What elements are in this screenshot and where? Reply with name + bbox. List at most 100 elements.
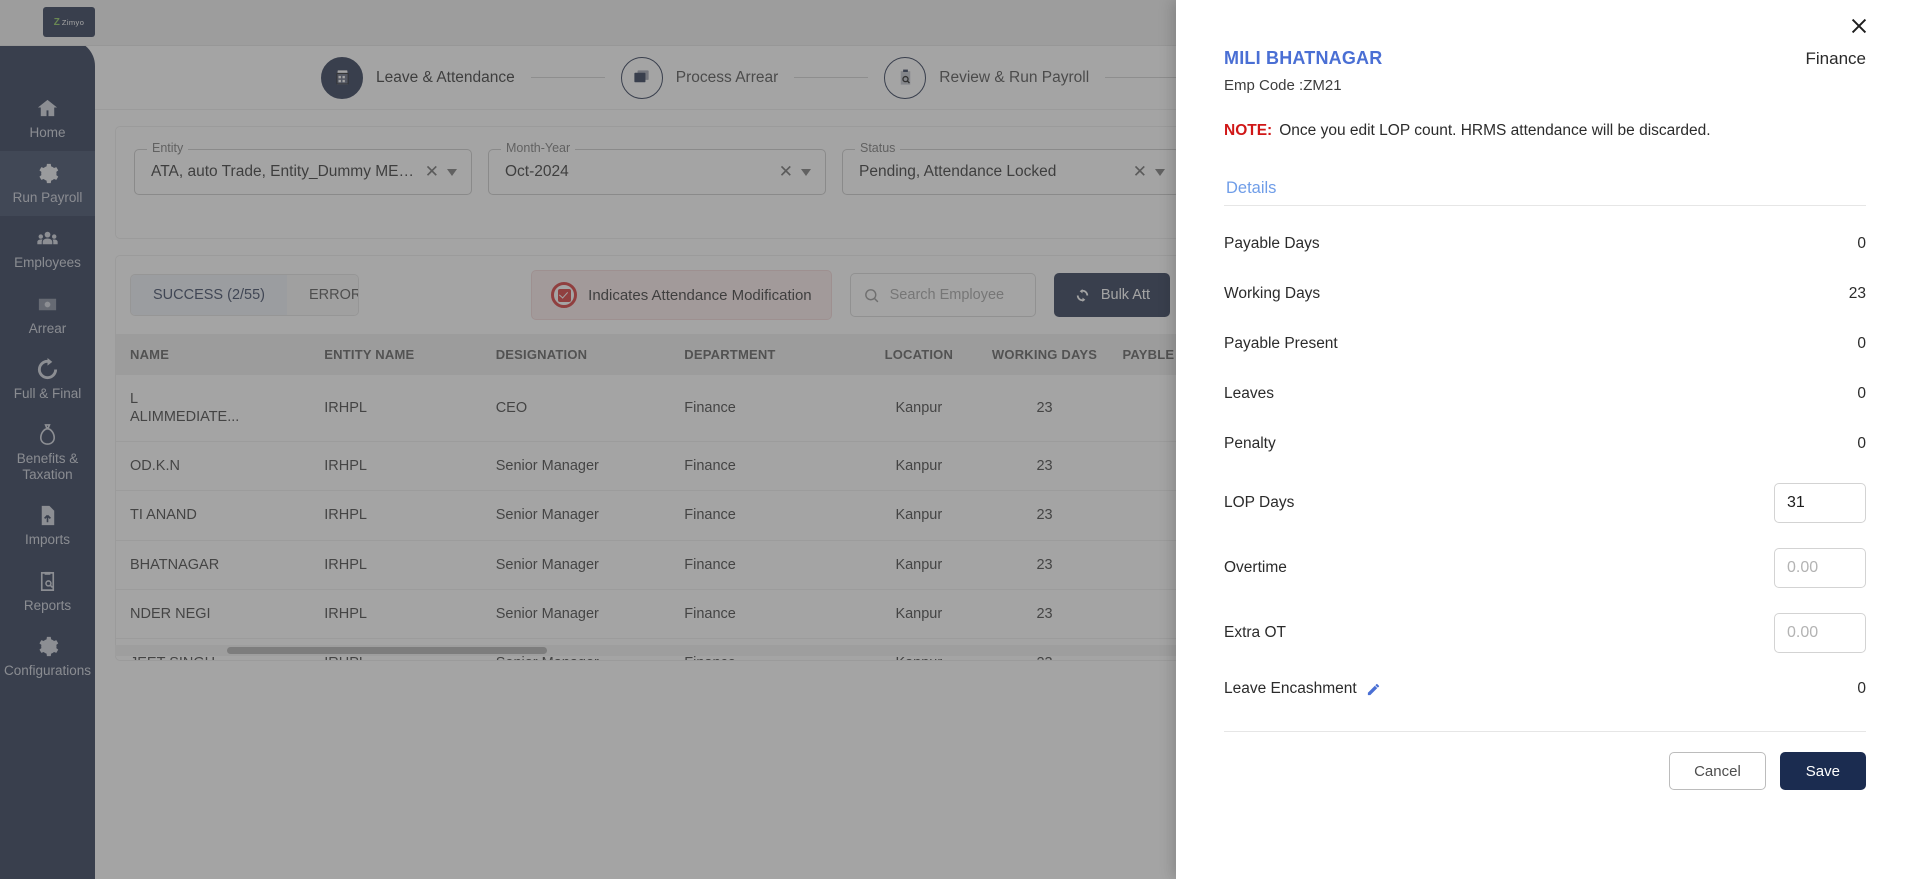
- cancel-button[interactable]: Cancel: [1669, 752, 1766, 790]
- sidebar-item-employees[interactable]: Employees: [0, 216, 95, 281]
- chevron-down-icon[interactable]: [801, 168, 811, 176]
- cell-name: L ALIMMEDIATE...: [116, 375, 311, 443]
- sidebar-item-label: Home: [29, 125, 66, 140]
- cell-designation: Senior Manager: [481, 540, 671, 590]
- overtime-input[interactable]: [1774, 548, 1866, 588]
- logo-mark: Z: [53, 16, 60, 28]
- step-review-and-run-payroll[interactable]: Review & Run Payroll: [884, 56, 1090, 99]
- cell-name: OD.K.N: [116, 441, 311, 492]
- search-employee-input[interactable]: Search Employee: [849, 273, 1036, 317]
- step-label: Process Arrear: [675, 68, 779, 86]
- detail-value: 23: [1848, 285, 1866, 302]
- sidebar-item-label: Employees: [14, 255, 81, 271]
- lop-note: NOTE: Once you edit LOP count. HRMS atten…: [1224, 120, 1866, 142]
- save-button[interactable]: Save: [1779, 752, 1866, 790]
- leave-encashment-label-wrap: Leave Encashment: [1224, 680, 1381, 698]
- pencil-icon[interactable]: [1366, 682, 1381, 697]
- close-icon: [1851, 18, 1867, 34]
- search-icon: [864, 288, 879, 302]
- sidebar-item-home[interactable]: Home: [0, 86, 95, 151]
- cell-working-days: 23: [978, 490, 1111, 541]
- search-placeholder: Search Employee: [889, 287, 1005, 303]
- close-icon[interactable]: ✕: [771, 162, 801, 182]
- cell-payble-present: 0: [1110, 441, 1184, 492]
- entity-filter-value: ATA, auto Trade, Entity_Dummy ME, F...: [151, 163, 417, 180]
- cell-designation: Senior Manager: [481, 589, 671, 639]
- cell-working-days: 23: [978, 441, 1111, 492]
- step-label: Review & Run Payroll: [939, 68, 1090, 86]
- chevron-down-icon[interactable]: [1155, 168, 1165, 176]
- panel-actions: Cancel Save: [1224, 752, 1866, 790]
- detail-label: Penalty: [1224, 435, 1276, 452]
- table-row[interactable]: BHATNAGAR IRHPL Senior Manager Finance Kanpu…: [116, 540, 1184, 590]
- tab-success[interactable]: SUCCESS (2/55): [131, 275, 288, 315]
- sidebar-item-label: Arrear: [28, 320, 67, 336]
- table-row[interactable]: NDER NEGI IRHPL Senior Manager Finance Kanpu…: [116, 589, 1184, 639]
- checkbox-checked-icon: [551, 282, 578, 308]
- step-process-arrear[interactable]: Process Arrear: [620, 56, 779, 99]
- sidebar-item-label: Configurations: [3, 662, 92, 678]
- sidebar-item-full-and-final[interactable]: Full & Final: [0, 347, 95, 412]
- cell-payble-present: 0: [1110, 490, 1184, 541]
- cell-name: NDER NEGI: [116, 589, 311, 639]
- panel-divider: [1224, 731, 1866, 732]
- panel-close-button[interactable]: [1844, 11, 1874, 41]
- chevron-down-icon[interactable]: [447, 168, 457, 176]
- refund-icon: [37, 357, 58, 379]
- step-leave-and-attendance[interactable]: Leave & Attendance: [321, 56, 515, 99]
- detail-label: Payable Present: [1224, 335, 1338, 352]
- refresh-icon: [1076, 288, 1088, 302]
- status-filter[interactable]: Status Pending, Attendance Locked ✕: [842, 141, 1180, 195]
- bulk-attendance-button[interactable]: Bulk Att: [1053, 273, 1170, 317]
- calendar-icon: [321, 56, 363, 99]
- details-section-title: Details: [1224, 172, 1866, 206]
- employee-table: NAME ENTITY NAME DESIGNATION DEPARTMENT …: [116, 334, 1184, 660]
- table-row[interactable]: OD.K.N IRHPL Senior Manager Finance Kanpur 23…: [116, 441, 1184, 492]
- cell-designation: Senior Manager: [481, 490, 671, 541]
- cell-location: Kanpur: [858, 490, 979, 541]
- clipboard-search-icon: [884, 56, 927, 99]
- month-year-filter-legend: Month-Year: [501, 141, 576, 155]
- month-year-filter[interactable]: Month-Year Oct-2024 ✕: [488, 141, 826, 195]
- detail-input-row: Overtime: [1224, 546, 1866, 590]
- step-label: Leave & Attendance: [376, 68, 515, 86]
- sidebar-item-run-payroll[interactable]: Run Payroll: [0, 151, 95, 217]
- detail-input-row: LOP Days: [1224, 481, 1866, 525]
- note-text: Once you edit LOP count. HRMS attendance…: [1279, 122, 1711, 139]
- sidebar: Home Run Payroll Employees Arrear Full &…: [0, 40, 95, 879]
- home-icon: [37, 99, 58, 117]
- table-row[interactable]: LALIMMEDIATE...IRHPLCEOFinanceKanpur2303…: [116, 375, 1184, 443]
- detail-input-row: Extra OT: [1224, 611, 1866, 655]
- table-header-row: NAME ENTITY NAME DESIGNATION DEPARTMENT …: [116, 334, 1184, 375]
- sidebar-item-arrear[interactable]: Arrear: [0, 282, 95, 347]
- filter-card: Entity ATA, auto Trade, Entity_Dummy ME,…: [115, 126, 1185, 239]
- employee-list-card: SUCCESS (2/55) ERROR (13) Indicates Atte…: [115, 255, 1185, 661]
- cell-location: Kanpur: [858, 589, 979, 639]
- sidebar-item-imports[interactable]: Imports: [0, 493, 95, 558]
- app-logo[interactable]: Z Zimyo: [43, 7, 95, 37]
- column-location: LOCATION: [858, 334, 979, 375]
- sidebar-item-benefits-and-taxation[interactable]: Benefits & Taxation: [0, 412, 95, 493]
- lop-days-input[interactable]: [1774, 483, 1866, 523]
- attendance-modification-legend: Indicates Attendance Modification: [531, 270, 832, 320]
- note-label: NOTE:: [1224, 122, 1273, 139]
- sidebar-item-configurations[interactable]: Configurations: [0, 624, 95, 689]
- table-row[interactable]: TI ANAND IRHPL Senior Manager Finance Kanpur…: [116, 490, 1184, 541]
- employee-code: Emp Code :ZM21: [1224, 77, 1342, 94]
- column-designation: DESIGNATION: [481, 334, 671, 375]
- cell-entity: IRHPL: [310, 441, 482, 492]
- horizontal-scrollbar[interactable]: [115, 645, 1185, 656]
- cell-name: TI ANAND: [116, 490, 311, 541]
- close-icon[interactable]: ✕: [417, 162, 447, 182]
- sidebar-item-reports[interactable]: Reports: [0, 559, 95, 624]
- cell-department: Finance: [670, 490, 859, 541]
- extra-ot-input[interactable]: [1774, 613, 1866, 653]
- entity-filter[interactable]: Entity ATA, auto Trade, Entity_Dummy ME,…: [134, 141, 472, 195]
- leave-encashment-label: Leave Encashment: [1224, 680, 1357, 697]
- close-icon[interactable]: ✕: [1125, 162, 1155, 182]
- cell-department: Finance: [670, 375, 859, 443]
- leave-encashment-row: Leave Encashment 0: [1224, 673, 1866, 705]
- tab-error[interactable]: ERROR (13): [287, 275, 359, 315]
- detail-label: Overtime: [1224, 559, 1287, 576]
- step-connector: [794, 77, 869, 78]
